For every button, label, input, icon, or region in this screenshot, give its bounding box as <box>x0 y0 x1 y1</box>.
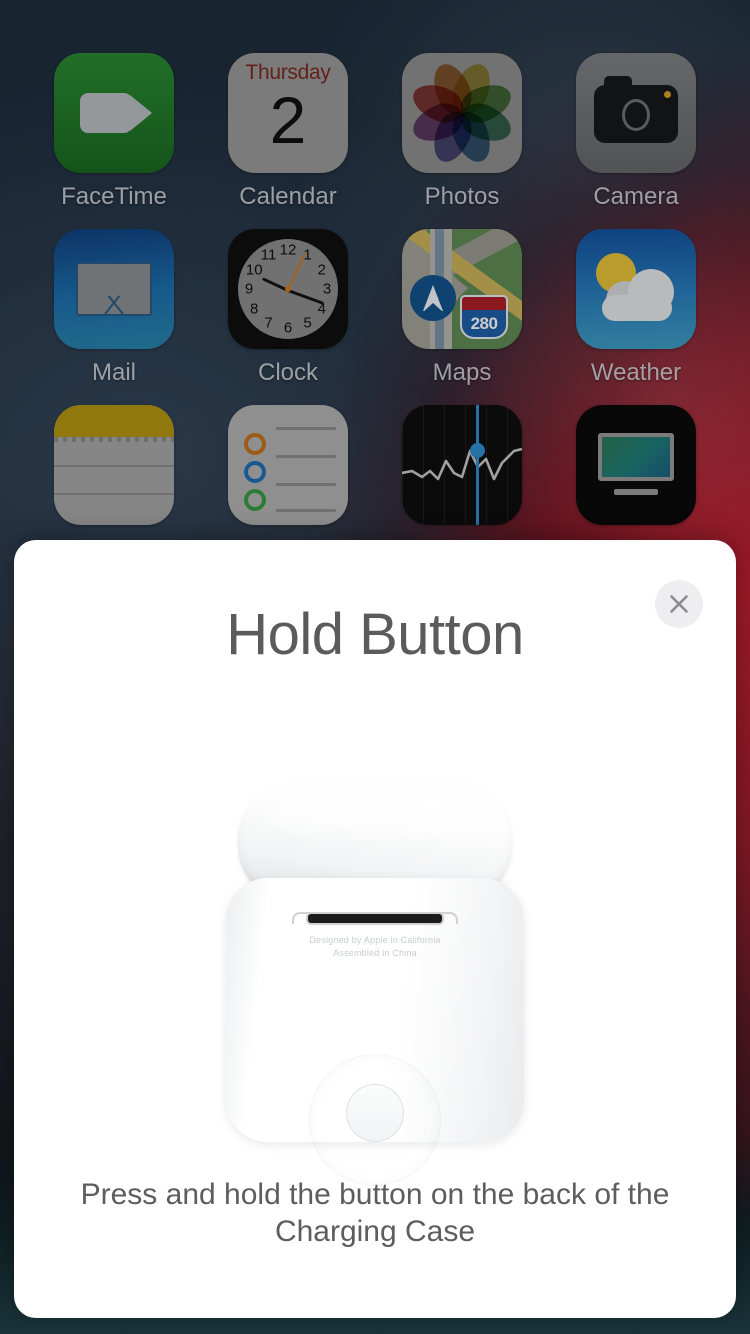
hold-button-modal: Hold Button Designed by Apple in Califor… <box>14 540 736 1318</box>
case-hinge <box>308 914 442 923</box>
airpods-charging-case-illustration: Designed by Apple in California Assemble… <box>226 782 524 1186</box>
case-engraving-line-1: Designed by Apple in California <box>309 935 441 945</box>
case-lid-highlight <box>272 796 478 844</box>
case-setup-button <box>346 1084 404 1142</box>
instruction-text: Press and hold the button on the back of… <box>80 1178 670 1248</box>
page-title: Hold Button <box>226 602 524 667</box>
case-engraving-line-2: Assembled in China <box>333 948 417 958</box>
case-engraving: Designed by Apple in California Assemble… <box>226 934 524 960</box>
case-body: Designed by Apple in California Assemble… <box>226 878 524 1186</box>
